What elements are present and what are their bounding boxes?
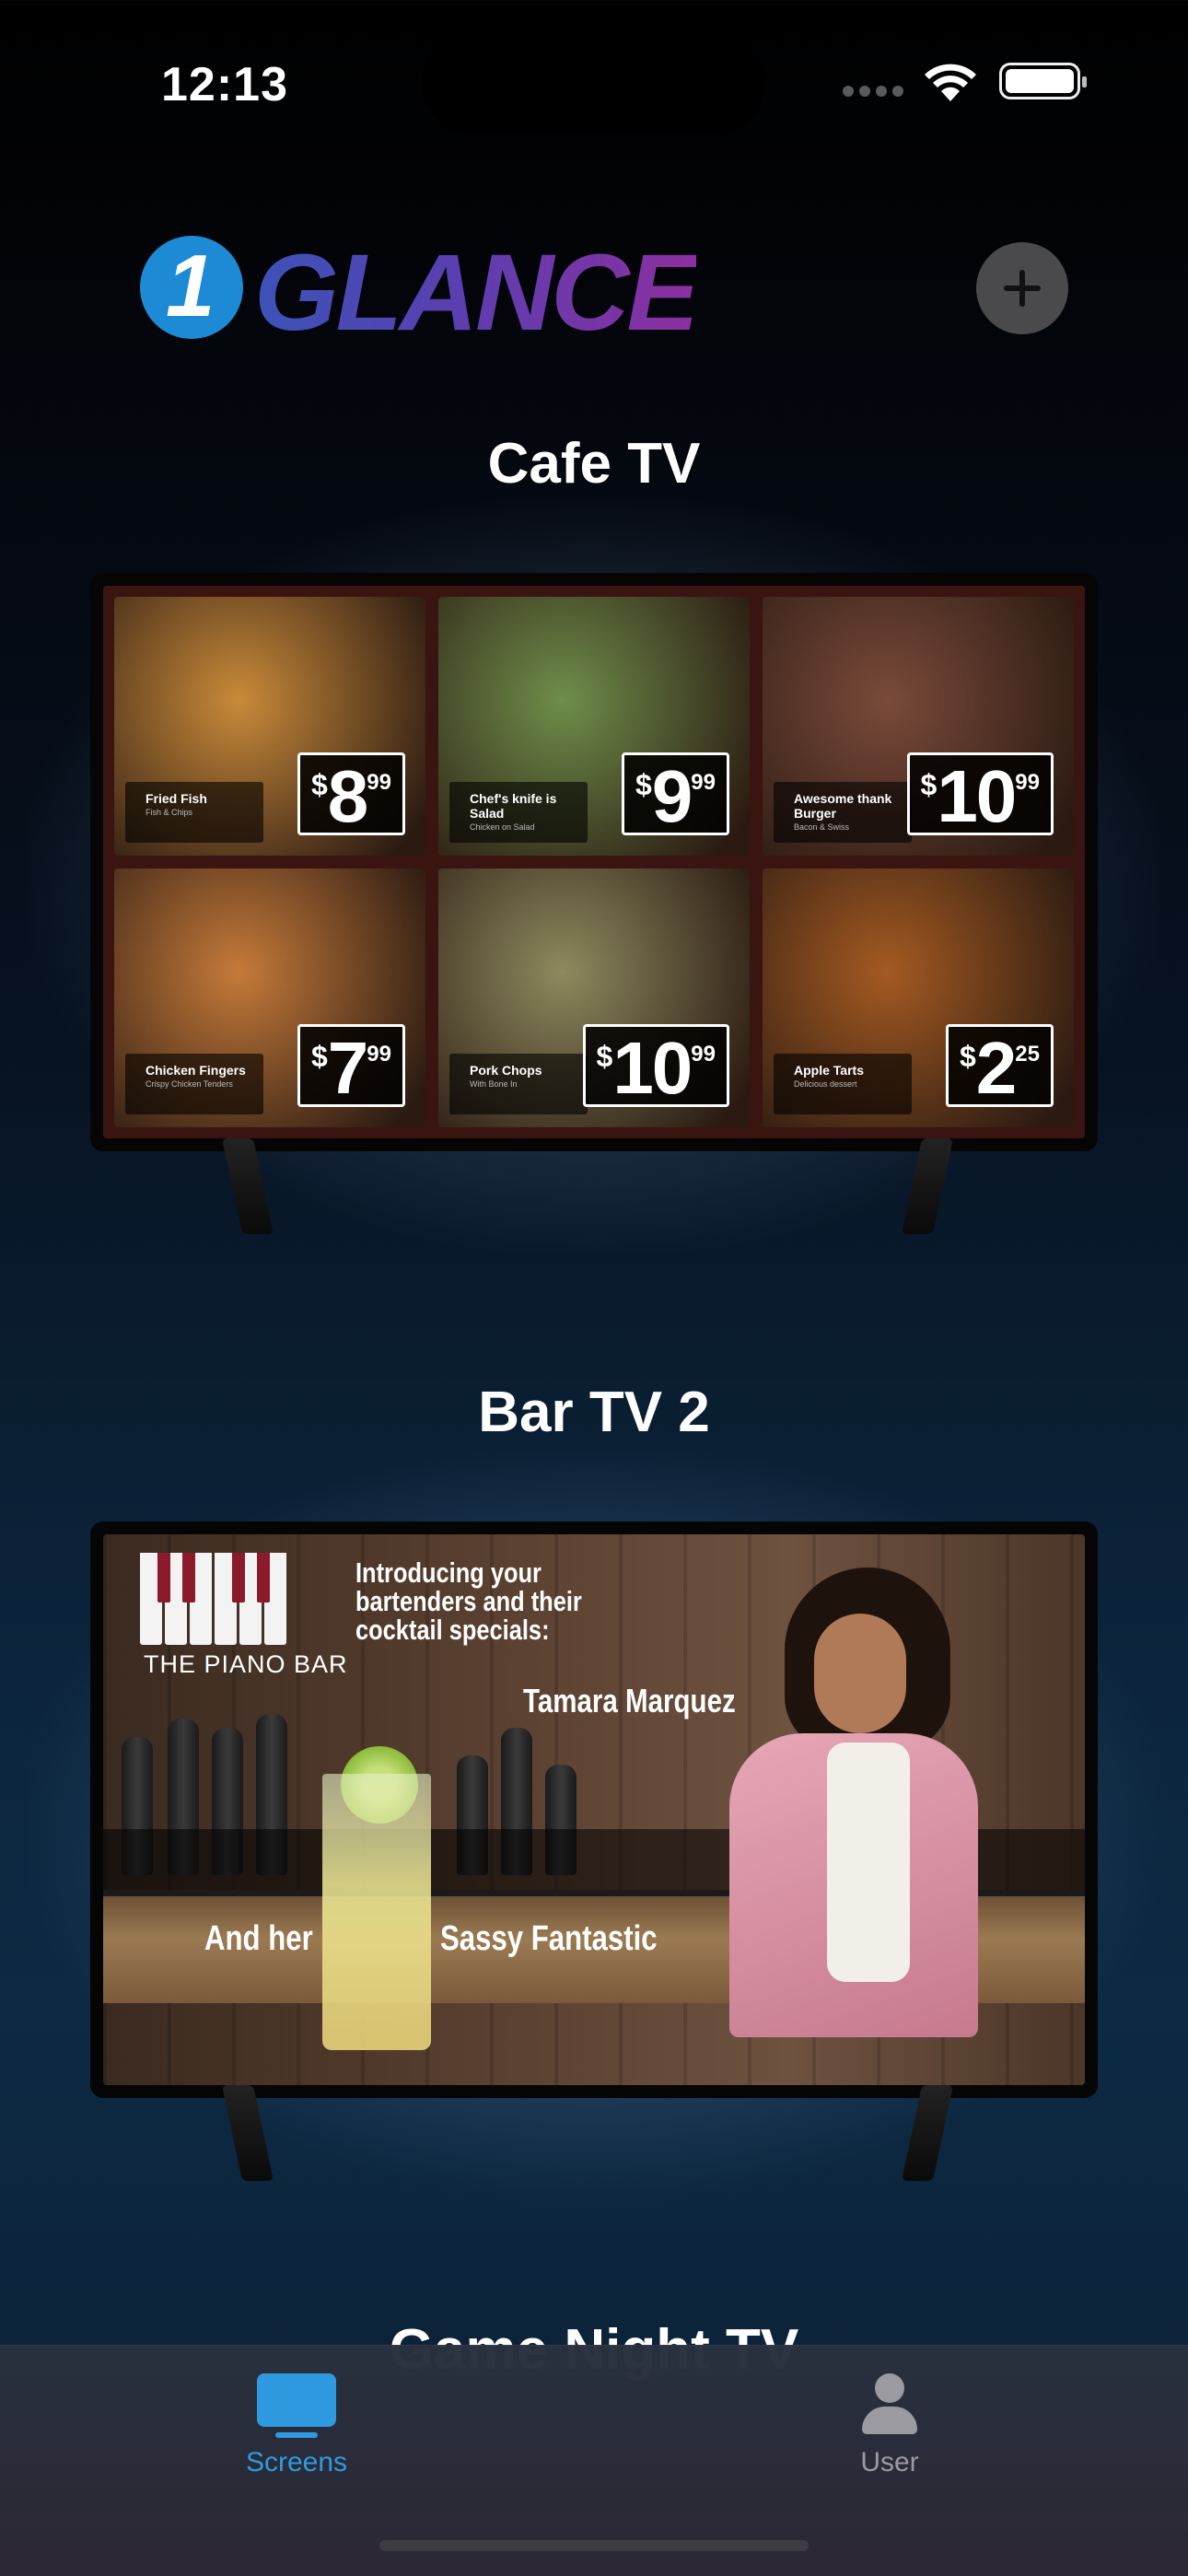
logo-number: 1 bbox=[166, 237, 215, 335]
cellular-signal-icon bbox=[843, 85, 909, 101]
price-cents: 99 bbox=[691, 770, 716, 795]
price-tag: $ 9 99 bbox=[622, 752, 729, 837]
price-dollars: 8 bbox=[327, 755, 368, 837]
dynamic-island bbox=[422, 33, 764, 134]
price-currency: $ bbox=[311, 1040, 328, 1073]
menu-caption: Apple Tarts Delicious dessert bbox=[774, 1054, 912, 1114]
bartender-photo bbox=[693, 1568, 987, 2037]
tab-screens[interactable]: Screens bbox=[204, 2373, 389, 2478]
menu-caption: Awesome thank Burger Bacon & Swiss bbox=[774, 782, 912, 843]
tv-preview-bar[interactable]: THE PIANO BAR Introducing your bartender… bbox=[90, 1521, 1098, 2098]
menu-item-name: Fried Fish bbox=[146, 791, 207, 806]
tv-icon bbox=[257, 2373, 336, 2438]
menu-item-name: Pork Chops bbox=[470, 1063, 542, 1078]
menu-item-sub: Chicken on Salad bbox=[470, 822, 535, 832]
add-screen-button[interactable] bbox=[976, 242, 1068, 334]
price-currency: $ bbox=[960, 1040, 976, 1073]
menu-item: Apple Tarts Delicious dessert $ 2 25 bbox=[763, 868, 1074, 1127]
price-dollars: 9 bbox=[651, 755, 693, 837]
menu-caption: Fried Fish Fish & Chips bbox=[125, 782, 263, 843]
price-currency: $ bbox=[596, 1040, 613, 1073]
menu-item: Pork Chops With Bone In $ 10 99 bbox=[438, 868, 750, 1127]
menu-item: Fried Fish Fish & Chips $ 8 99 bbox=[114, 597, 425, 856]
tab-user[interactable]: User bbox=[798, 2373, 982, 2478]
menu-item-name: Apple Tarts bbox=[794, 1063, 864, 1078]
cocktail-glass bbox=[322, 1774, 431, 2050]
screen-title[interactable]: Bar TV 2 bbox=[0, 1380, 1188, 1445]
price-currency: $ bbox=[635, 768, 652, 801]
menu-caption: Chicken Fingers Crispy Chicken Tenders bbox=[125, 1054, 263, 1114]
price-cents: 99 bbox=[367, 1042, 391, 1067]
price-currency: $ bbox=[920, 768, 938, 801]
piano-bar-label: THE PIANO BAR bbox=[144, 1650, 348, 1678]
tv-screen: Fried Fish Fish & Chips $ 8 99 Chef's kn… bbox=[103, 586, 1085, 1138]
tv-preview-cafe[interactable]: Fried Fish Fish & Chips $ 8 99 Chef's kn… bbox=[90, 573, 1098, 1151]
user-icon bbox=[862, 2373, 917, 2434]
menu-item-sub: Crispy Chicken Tenders bbox=[146, 1079, 233, 1089]
menu-caption: Chef's knife is Salad Chicken on Salad bbox=[449, 782, 588, 843]
wifi-icon bbox=[925, 64, 976, 101]
price-tag: $ 10 99 bbox=[906, 752, 1054, 837]
menu-item: Chef's knife is Salad Chicken on Salad $… bbox=[438, 597, 750, 856]
menu-item-sub: Bacon & Swiss bbox=[794, 822, 850, 832]
price-dollars: 2 bbox=[975, 1027, 1017, 1109]
price-cents: 99 bbox=[367, 770, 391, 795]
menu-caption: Pork Chops With Bone In bbox=[449, 1054, 588, 1114]
menu-item-sub: Fish & Chips bbox=[146, 808, 193, 817]
menu-item-name: Chicken Fingers bbox=[146, 1063, 246, 1078]
price-tag: $ 7 99 bbox=[297, 1024, 405, 1109]
menu-item-sub: Delicious dessert bbox=[794, 1079, 857, 1089]
battery-icon bbox=[999, 63, 1087, 99]
and-her-text: And her bbox=[204, 1919, 313, 1958]
price-tag: $ 10 99 bbox=[582, 1024, 729, 1109]
price-tag: $ 8 99 bbox=[297, 752, 405, 837]
status-time: 12:13 bbox=[161, 58, 288, 111]
intro-text: Introducing your bartenders and their co… bbox=[355, 1556, 582, 1646]
logo-text: GLANCE bbox=[254, 232, 699, 354]
tab-label: User bbox=[860, 2447, 919, 2477]
price-tag: $ 2 25 bbox=[946, 1024, 1054, 1109]
menu-item-sub: With Bone In bbox=[470, 1079, 518, 1089]
app-logo: 1 GLANCE bbox=[140, 230, 699, 354]
price-dollars: 10 bbox=[937, 755, 1017, 837]
price-currency: $ bbox=[311, 768, 328, 801]
tab-label: Screens bbox=[245, 2447, 348, 2477]
home-indicator bbox=[379, 2540, 809, 2551]
price-cents: 99 bbox=[1015, 770, 1040, 795]
menu-item: Chicken Fingers Crispy Chicken Tenders $… bbox=[114, 868, 425, 1127]
menu-item-name: Chef's knife is Salad bbox=[470, 791, 557, 821]
menu-grid: Fried Fish Fish & Chips $ 8 99 Chef's kn… bbox=[103, 586, 1085, 1138]
menu-item: Awesome thank Burger Bacon & Swiss $ 10 … bbox=[763, 597, 1074, 856]
menu-item-name: Awesome thank Burger bbox=[794, 791, 892, 821]
price-dollars: 10 bbox=[612, 1027, 693, 1109]
price-dollars: 7 bbox=[327, 1027, 368, 1109]
screen-title[interactable]: Cafe TV bbox=[0, 431, 1188, 496]
piano-logo-icon bbox=[140, 1553, 287, 1652]
cocktail-name: Sassy Fantastic bbox=[440, 1919, 658, 1958]
price-cents: 99 bbox=[691, 1042, 716, 1067]
price-cents: 25 bbox=[1015, 1042, 1040, 1067]
tv-screen: THE PIANO BAR Introducing your bartender… bbox=[103, 1534, 1085, 2085]
